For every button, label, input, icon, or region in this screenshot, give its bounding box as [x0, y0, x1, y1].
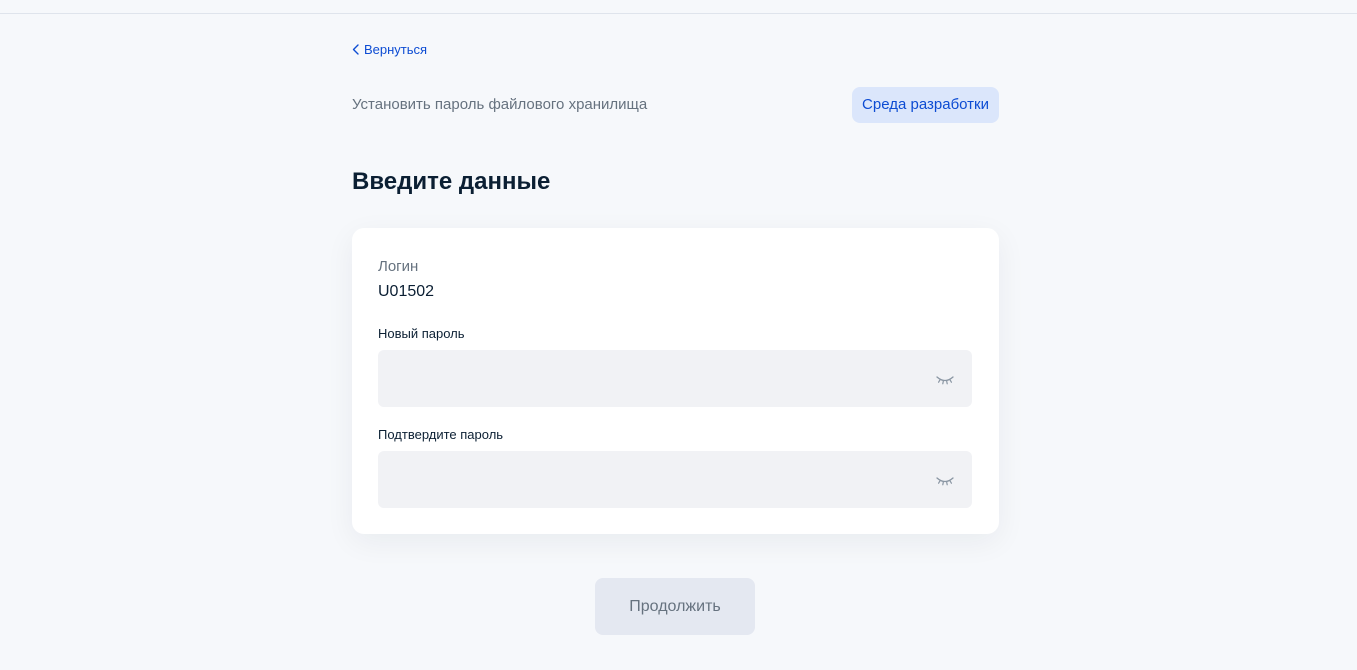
- new-password-label: Новый пароль: [378, 326, 465, 341]
- login-value: U01502: [378, 283, 435, 300]
- continue-button[interactable]: Продолжить: [595, 578, 755, 635]
- form-card: Логин U01502 Новый пароль Подтвердите па…: [352, 228, 999, 534]
- confirm-password-label: Подтвердите пароль: [378, 427, 504, 442]
- header-divider: [0, 13, 1357, 14]
- eye-closed-icon[interactable]: [934, 369, 956, 389]
- new-password-field-wrapper: [378, 350, 972, 407]
- back-link[interactable]: Вернуться: [352, 42, 427, 57]
- environment-badge: Среда разработки: [852, 87, 999, 123]
- chevron-left-icon: [352, 44, 359, 55]
- confirm-password-field-wrapper: [378, 451, 972, 508]
- page-title: Введите данные: [352, 168, 551, 195]
- back-link-label: Вернуться: [364, 42, 428, 57]
- eye-closed-icon[interactable]: [934, 470, 956, 490]
- confirm-password-input[interactable]: [378, 451, 918, 508]
- login-label: Логин: [378, 258, 419, 275]
- service-title: Установить пароль файлового хранилища: [352, 96, 648, 113]
- new-password-input[interactable]: [378, 350, 918, 407]
